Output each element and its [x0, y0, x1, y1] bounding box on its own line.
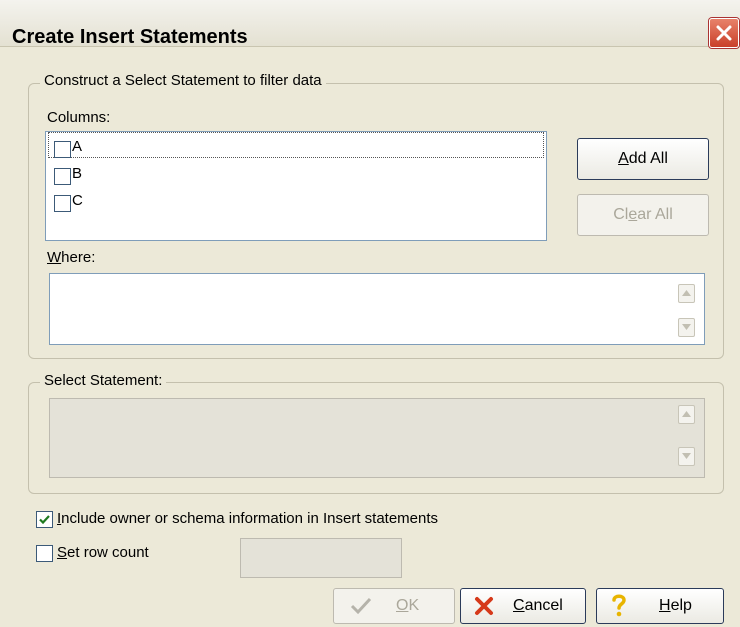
where-scroll-down[interactable] [678, 318, 695, 337]
include-owner-rest: nclude owner or schema information in In… [61, 510, 439, 527]
select-scroll-up[interactable] [678, 405, 695, 424]
title-bar: Create Insert Statements [0, 0, 740, 48]
set-row-count-label[interactable]: Set row count [57, 544, 149, 561]
add-all-button[interactable]: Add All [577, 138, 709, 180]
set-row-count-key: S [57, 544, 68, 561]
checkmark-icon [39, 515, 50, 525]
column-item-b[interactable]: B [50, 164, 540, 186]
columns-listbox[interactable]: A B C [45, 131, 547, 241]
select-statement-output [49, 398, 705, 478]
chevron-up-icon [682, 290, 691, 296]
close-icon [716, 25, 732, 41]
filter-group-legend: Construct a Select Statement to filter d… [40, 72, 326, 89]
column-item-c[interactable]: C [50, 191, 540, 213]
include-owner-checkbox[interactable] [36, 511, 53, 528]
where-label: Where: [47, 249, 95, 266]
column-b-checkbox[interactable] [54, 168, 71, 185]
where-label-rest: here: [61, 249, 96, 266]
column-b-label: B [72, 165, 83, 182]
column-a-label: A [72, 138, 83, 155]
set-row-count-rest: et row count [67, 544, 149, 561]
set-row-count-checkbox[interactable] [36, 545, 53, 562]
clear-all-post: ar All [637, 206, 673, 223]
cancel-x-icon [475, 597, 493, 615]
column-item-a[interactable]: A [50, 137, 540, 159]
help-rest: elp [670, 597, 692, 614]
select-scroll-down[interactable] [678, 447, 695, 466]
chevron-down-icon [682, 324, 691, 330]
question-mark-icon [612, 594, 626, 617]
select-group-legend: Select Statement: [40, 372, 167, 389]
help-button[interactable]: Help [596, 588, 724, 624]
clear-all-pre: Cl [613, 206, 629, 223]
include-owner-label[interactable]: Include owner or schema information in I… [57, 510, 438, 527]
help-label: Help [659, 597, 692, 615]
add-all-post: dd All [628, 150, 668, 167]
cancel-button[interactable]: Cancel [460, 588, 586, 624]
column-c-label: C [72, 192, 83, 209]
where-input[interactable] [49, 273, 705, 345]
cancel-key: C [513, 597, 525, 614]
chevron-down-icon [682, 453, 691, 459]
ok-label: OK [396, 597, 419, 615]
clear-all-key: e [628, 206, 638, 223]
add-all-key: A [618, 150, 629, 167]
where-scroll-up[interactable] [678, 284, 695, 303]
checkmark-icon [350, 597, 372, 615]
cancel-rest: ancel [524, 597, 563, 614]
where-label-key: W [47, 249, 62, 266]
row-count-input[interactable] [240, 538, 402, 578]
close-button[interactable] [709, 18, 739, 48]
ok-key: O [396, 597, 409, 614]
column-a-checkbox[interactable] [54, 141, 71, 158]
cancel-label: Cancel [513, 597, 563, 615]
column-c-checkbox[interactable] [54, 195, 71, 212]
help-key: H [659, 597, 671, 614]
ok-rest: K [408, 597, 420, 614]
chevron-up-icon [682, 411, 691, 417]
columns-label: Columns: [47, 109, 111, 126]
ok-button[interactable]: OK [333, 588, 455, 624]
window-title: Create Insert Statements [12, 26, 248, 48]
clear-all-button[interactable]: Clear All [577, 194, 709, 236]
